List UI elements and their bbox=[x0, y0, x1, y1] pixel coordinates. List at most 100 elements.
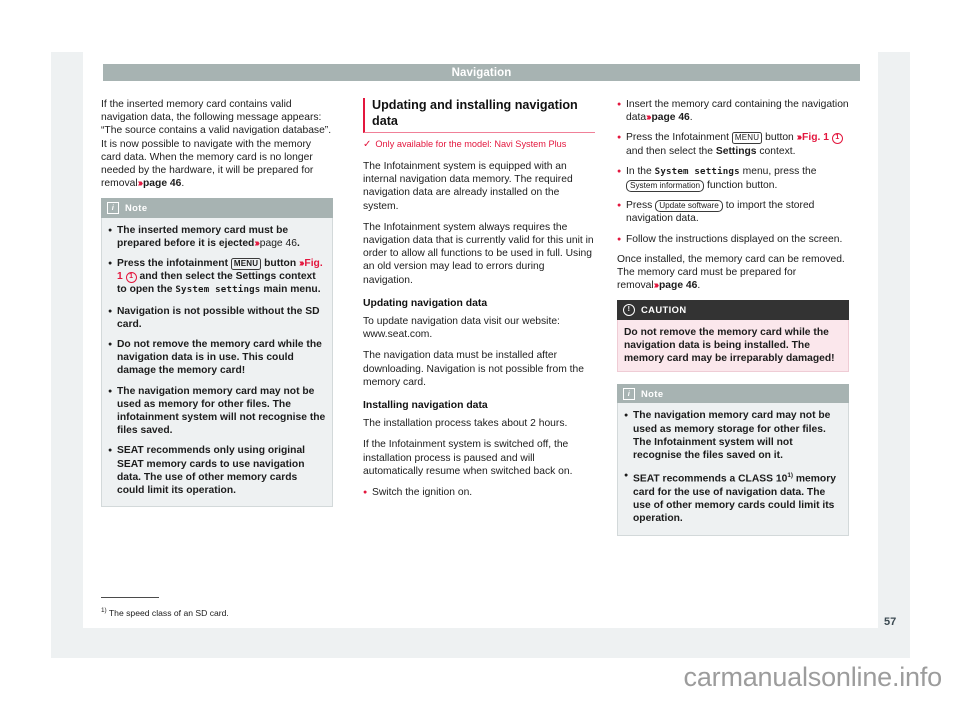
list-item: The inserted memory card must be prepare… bbox=[108, 224, 326, 250]
paragraph: If the Infotainment system is switched o… bbox=[363, 439, 573, 477]
right-b3-text-c: function button. bbox=[706, 180, 778, 192]
column-right: Insert the memory card containing the na… bbox=[617, 98, 849, 548]
list-item: Switch the ignition on. bbox=[363, 486, 595, 499]
right-b3-text-b: menu, press the bbox=[742, 165, 817, 177]
right-b2-text-b: button bbox=[765, 132, 794, 144]
section-heading: Updating and installing navigation data bbox=[363, 98, 595, 133]
note-left-b2-text-a: Press the infotainment bbox=[117, 258, 228, 270]
note-box-right-list: The navigation memory card may not be us… bbox=[624, 409, 842, 525]
footnote: 1) The speed class of an SD card. bbox=[101, 605, 521, 619]
note-left-b3-text: Navigation is not possible without the S… bbox=[117, 305, 320, 330]
update-software-softkey[interactable]: Update software bbox=[655, 199, 723, 213]
closing-paragraph-period: . bbox=[697, 280, 701, 292]
paragraph: To update navigation data visit our webs… bbox=[363, 316, 560, 341]
right-b5-text: Follow the instructions displayed on the… bbox=[626, 233, 843, 245]
caution-box-title: CAUTION bbox=[641, 304, 687, 316]
system-settings-label: System settings bbox=[654, 166, 740, 177]
settings-label: Settings bbox=[715, 145, 757, 157]
paragraph: The Infotainment system is equipped with… bbox=[363, 161, 573, 212]
xref-target[interactable]: page 46 bbox=[260, 238, 297, 249]
chapter-title: Navigation bbox=[451, 66, 512, 79]
note-right-b2-text-a: SEAT recommends a CLASS 10 bbox=[633, 473, 788, 485]
subheading-updating: Updating navigation data bbox=[363, 297, 488, 309]
note-right-b1-text: The navigation memory card may not be us… bbox=[633, 410, 831, 462]
caution-box: ! CAUTION Do not remove the memory card … bbox=[617, 300, 849, 373]
warning-icon: ! bbox=[623, 304, 635, 317]
caution-box-text: Do not remove the memory card while the … bbox=[624, 326, 835, 365]
info-icon: i bbox=[107, 202, 119, 215]
figure-callout-1: 1 bbox=[125, 272, 137, 284]
menu-button-key[interactable]: MENU bbox=[731, 131, 763, 144]
chapter-banner: Navigation bbox=[103, 64, 860, 81]
right-b2-text-a: Press the Infotainment bbox=[626, 132, 730, 144]
figure-callout-1: 1 bbox=[831, 133, 843, 145]
applicability-text: Only available for the model: Navi Syste… bbox=[375, 139, 567, 149]
note-box-left-title: Note bbox=[125, 202, 148, 214]
list-item: SEAT recommends a CLASS 101) memory card… bbox=[624, 469, 842, 525]
note-left-b6-text: SEAT recommends only using original SEAT… bbox=[117, 445, 306, 497]
column-middle: Updating and installing navigation data … bbox=[363, 98, 595, 506]
caution-box-body: Do not remove the memory card while the … bbox=[617, 319, 849, 373]
list-item: The navigation memory card may not be us… bbox=[108, 385, 326, 438]
note-left-b1-period: . bbox=[296, 237, 300, 249]
footnote-marker: 1) bbox=[787, 472, 793, 480]
list-item: SEAT recommends only using original SEAT… bbox=[108, 444, 326, 497]
xref-target[interactable]: page 46 bbox=[143, 178, 181, 189]
note-box-left-header: i Note bbox=[101, 198, 333, 218]
list-item: Follow the instructions displayed on the… bbox=[617, 233, 849, 246]
middle-column-steps: Switch the ignition on. bbox=[363, 486, 595, 499]
xref-target[interactable]: page 46 bbox=[651, 112, 689, 123]
caution-box-header: ! CAUTION bbox=[617, 300, 849, 320]
closing-paragraph-text: Once installed, the memory card can be r… bbox=[617, 253, 845, 292]
list-item: Navigation is not possible without the S… bbox=[108, 305, 326, 331]
note-box-right-body: The navigation memory card may not be us… bbox=[617, 403, 849, 536]
right-column-steps: Insert the memory card containing the na… bbox=[617, 98, 849, 246]
paragraph: The navigation data must be installed af… bbox=[363, 350, 584, 388]
xref-target[interactable]: page 46 bbox=[659, 280, 697, 291]
intro-paragraph: If the inserted memory card contains val… bbox=[101, 98, 333, 190]
note-box-left-body: The inserted memory card must be prepare… bbox=[101, 217, 333, 508]
list-item: In the System settings menu, press the S… bbox=[617, 165, 849, 193]
right-b3-text-a: In the bbox=[626, 165, 652, 177]
paragraph: The installation process takes about 2 h… bbox=[363, 418, 568, 430]
list-item: Press the Infotainment MENU button ›››Fi… bbox=[617, 131, 849, 157]
system-settings-label: System settings bbox=[175, 285, 261, 296]
menu-button-key[interactable]: MENU bbox=[230, 257, 262, 270]
note-left-b2-text-d: main menu. bbox=[263, 284, 321, 296]
right-b2-text-d: context. bbox=[759, 145, 796, 157]
list-item: Do not remove the memory card while the … bbox=[108, 338, 326, 378]
page-number: 57 bbox=[884, 616, 897, 628]
info-icon: i bbox=[623, 387, 635, 400]
right-b1-period: . bbox=[689, 112, 693, 124]
intro-paragraph-text: If the inserted memory card contains val… bbox=[101, 99, 332, 190]
column-left: If the inserted memory card contains val… bbox=[101, 98, 333, 519]
right-b2-text-c: and then select the bbox=[626, 145, 714, 157]
paragraph: The Infotainment system always requires … bbox=[363, 221, 594, 286]
xref-figure[interactable]: Fig. 1 bbox=[802, 132, 829, 143]
footnote-marker: 1) bbox=[101, 607, 107, 614]
note-box-right-title: Note bbox=[641, 388, 664, 400]
page-root: Navigation If the inserted memory card c… bbox=[0, 0, 960, 708]
closing-paragraph: Once installed, the memory card can be r… bbox=[617, 253, 849, 293]
section-heading-title: Updating and installing navigation data bbox=[372, 98, 578, 128]
intro-paragraph-period: . bbox=[181, 178, 185, 190]
check-icon: ✓ bbox=[363, 139, 372, 150]
footnote-text: The speed class of an SD card. bbox=[108, 607, 229, 618]
subheading-installing: Installing navigation data bbox=[363, 400, 488, 412]
list-item: Insert the memory card containing the na… bbox=[617, 98, 849, 124]
step-text: Switch the ignition on. bbox=[372, 487, 473, 499]
note-box-left-list: The inserted memory card must be prepare… bbox=[108, 224, 326, 498]
footnote-divider bbox=[101, 597, 159, 598]
note-box-right: i Note The navigation memory card may no… bbox=[617, 384, 849, 536]
list-item: Press the infotainment MENU button ›››Fi… bbox=[108, 257, 326, 298]
right-b4-text-a: Press bbox=[626, 200, 653, 212]
note-box-right-header: i Note bbox=[617, 384, 849, 404]
system-information-softkey[interactable]: System information bbox=[626, 179, 705, 193]
note-left-b4-text: Do not remove the memory card while the … bbox=[117, 339, 322, 377]
note-left-b2-text-b: button bbox=[264, 258, 297, 270]
note-box-left: i Note The inserted memory card must be … bbox=[101, 198, 333, 508]
note-left-b5-text: The navigation memory card may not be us… bbox=[117, 385, 326, 437]
list-item: Press Update software to import the stor… bbox=[617, 199, 849, 225]
watermark: carmanualsonline.info bbox=[683, 662, 943, 692]
applicability-note: ✓ Only available for the model: Navi Sys… bbox=[363, 138, 595, 151]
